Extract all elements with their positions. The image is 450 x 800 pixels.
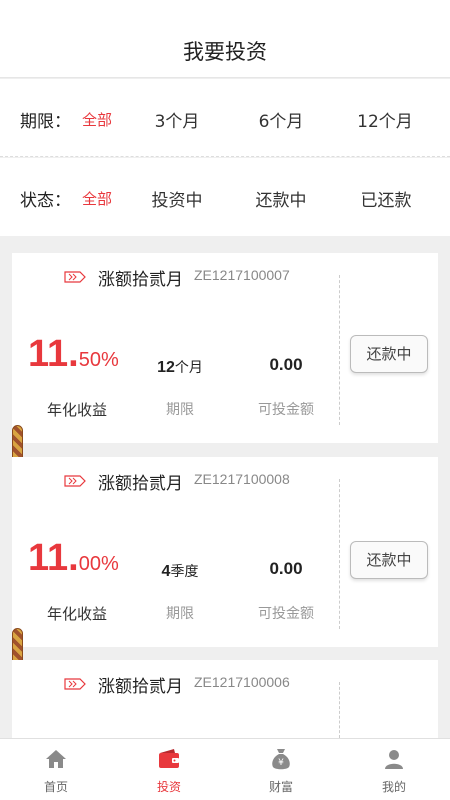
term-label: 期限 [166,402,194,418]
tab-home-label: 首页 [43,780,68,794]
term-value: 4季度 [162,561,199,581]
status-option-repaying[interactable]: 还款中 [256,186,307,211]
user-icon [385,750,403,769]
product-code: ZE1217100006 [194,674,290,690]
card-divider [339,275,340,425]
wallet-icon [159,749,179,768]
status-option-repaid[interactable]: 已还款 [361,186,412,211]
tab-wealth[interactable]: ¥ 财富 [225,739,337,800]
tab-wealth-label: 财富 [268,780,293,794]
product-card[interactable]: 涨额拾贰月 ZE1217100007 11.50% 年化收益 12个月 期限 0… [12,253,438,443]
available-amount-label: 可投金额 [258,402,314,418]
product-card[interactable]: 涨额拾贰月 ZE1217100008 11.00% 年化收益 4季度 期限 0.… [12,457,438,647]
status-option-all[interactable]: 全部 [82,188,112,209]
annual-rate-decimal: 50% [78,349,119,371]
term-number: 4 [161,563,171,580]
status-option-investing[interactable]: 投资中 [152,186,203,211]
product-name: 涨额拾贰月 [98,677,183,697]
term-label: 期限 [166,606,194,622]
page-title: 我要投资 [183,40,267,64]
tab-home[interactable]: 首页 [0,739,112,800]
period-option-all[interactable]: 全部 [82,109,112,130]
product-tag-icon [64,475,86,487]
status-button[interactable]: 还款中 [350,335,428,373]
annual-rate: 11.50% [28,333,119,376]
status-button[interactable]: 还款中 [350,541,428,579]
period-filter: 期限： 全部 3个月 6个月 12个月 [0,79,450,157]
tab-mine-label: 我的 [381,780,406,794]
period-option-12-months[interactable]: 12个月 [357,107,413,132]
tab-invest[interactable]: 投资 [113,739,225,800]
status-filter: 状态： 全部 投资中 还款中 已还款 [0,158,450,236]
period-option-3-months[interactable]: 3个月 [155,107,200,132]
home-icon [46,750,66,768]
annual-rate-label: 年化收益 [47,401,108,419]
annual-rate-integer: 11. [28,333,79,375]
available-amount: 0.00 [269,355,303,374]
page-header: 我要投资 [0,0,450,78]
bottom-tab-bar: 首页 投资 ¥ 财富 我的 [0,738,450,800]
tab-invest-label: 投资 [156,780,181,794]
term-number: 12 [157,359,175,376]
product-name: 涨额拾贰月 [98,474,183,494]
card-divider [339,479,340,629]
annual-rate: 11.00% [28,537,119,580]
product-card[interactable]: 涨额拾贰月 ZE1217100006 [12,660,438,738]
product-code: ZE1217100007 [194,267,290,283]
annual-rate-label: 年化收益 [47,605,108,623]
annual-rate-integer: 11. [28,537,79,579]
available-amount: 0.00 [269,559,303,578]
product-tag-icon [64,271,86,283]
product-code: ZE1217100008 [194,471,290,487]
money-bag-icon: ¥ [272,749,290,770]
svg-text:¥: ¥ [278,758,284,768]
available-amount-label: 可投金额 [258,606,314,622]
term-value: 12个月 [157,357,203,377]
term-unit: 个月 [174,360,203,376]
product-tag-icon [64,678,86,690]
period-filter-label: 期限： [20,112,71,132]
status-filter-label: 状态： [20,191,71,211]
term-unit: 季度 [170,564,199,580]
product-name: 涨额拾贰月 [98,270,183,290]
annual-rate-decimal: 00% [78,553,119,575]
period-option-6-months[interactable]: 6个月 [259,107,304,132]
card-divider [339,682,340,738]
tab-mine[interactable]: 我的 [338,739,450,800]
